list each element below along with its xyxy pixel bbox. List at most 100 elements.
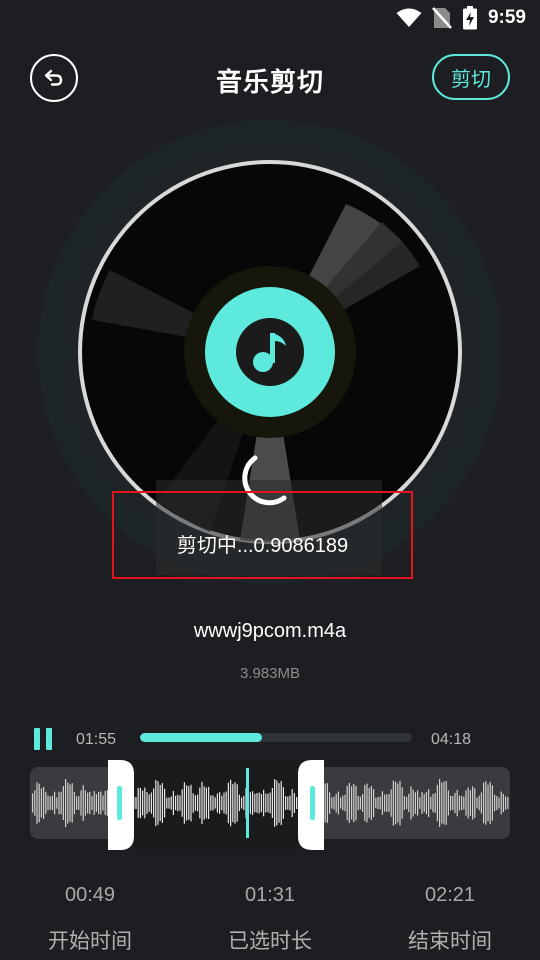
waveform-bar <box>212 795 214 811</box>
waveform-bar <box>190 784 192 822</box>
left-trim-handle[interactable] <box>108 760 134 850</box>
playback-progress-bar[interactable] <box>140 733 412 742</box>
waveform-bar <box>102 795 104 811</box>
loading-status-box: 剪切中...0.9086189 <box>112 491 413 579</box>
waveform-bar <box>148 794 150 812</box>
waveform-bar <box>265 793 267 813</box>
right-trim-handle[interactable] <box>298 760 324 850</box>
waveform-bar <box>87 792 89 814</box>
cut-button[interactable]: 剪切 <box>432 54 510 100</box>
waveform-bar <box>47 795 49 811</box>
waveform-bar <box>219 792 221 814</box>
waveform-bar <box>203 786 205 820</box>
file-size: 3.983MB <box>239 665 301 682</box>
waveform-bar <box>51 795 53 811</box>
waveform-bar <box>500 791 502 815</box>
waveform-bar <box>71 783 73 823</box>
waveform-bar <box>452 796 454 811</box>
selection-info: 00:49 开始时间 01:31 已选时长 02:21 结束时间 <box>0 884 540 960</box>
waveform-bar <box>425 791 427 815</box>
waveform-bar <box>472 786 474 820</box>
waveform-bar <box>296 797 298 809</box>
waveform-bar <box>386 794 388 812</box>
waveform-bar <box>476 797 478 809</box>
waveform-bar <box>241 797 243 809</box>
waveform-bar <box>359 796 361 810</box>
waveform-bar <box>238 794 240 812</box>
waveform-bar <box>348 783 350 823</box>
waveform-bar <box>36 782 38 824</box>
waveform-bar <box>260 794 262 813</box>
waveform-bar <box>80 790 82 816</box>
waveform-bar <box>258 792 260 814</box>
waveform-bar <box>197 794 199 812</box>
waveform-bar <box>67 782 69 824</box>
waveform-bar <box>40 788 42 818</box>
waveform-bar <box>69 784 71 822</box>
waveform-bar <box>489 782 491 825</box>
status-time: 9:59 <box>487 7 526 28</box>
waveform-bar <box>49 796 51 810</box>
waveform-bar <box>43 786 45 819</box>
waveform-bar <box>496 795 498 811</box>
waveform-bar <box>164 788 166 818</box>
waveform-bar <box>274 779 276 827</box>
waveform-bar <box>487 784 489 822</box>
waveform-bar <box>434 793 436 813</box>
waveform-bar <box>199 787 201 819</box>
waveform-bar <box>406 796 408 810</box>
waveform-bar <box>58 791 60 815</box>
end-time-value: 02:21 <box>424 884 476 906</box>
waveform-bar <box>227 782 229 824</box>
waveform-bar <box>181 789 183 817</box>
waveform-bar <box>256 793 258 813</box>
waveform-bar <box>403 796 405 810</box>
waveform-bar <box>254 793 256 813</box>
waveform-bar <box>333 796 335 810</box>
waveform-bar <box>232 783 234 823</box>
playhead <box>246 768 249 838</box>
battery-charging-icon <box>462 6 477 30</box>
waveform-bar <box>95 794 97 812</box>
playback-progress-fill <box>140 733 263 742</box>
waveform-bar <box>474 788 476 818</box>
start-time-value: 00:49 <box>64 884 116 906</box>
waveform-bar <box>267 793 269 813</box>
waveform-bar <box>172 790 174 815</box>
pause-icon[interactable] <box>34 728 54 750</box>
waveform-bar <box>62 786 64 820</box>
waveform-bar <box>84 790 86 816</box>
waveform-bar <box>146 792 148 814</box>
waveform-bar <box>351 786 353 820</box>
playback-progress-row: 01:55 04:18 <box>0 724 540 754</box>
waveform-bar <box>282 787 284 819</box>
waveform-bar <box>287 796 289 810</box>
waveform-bar <box>170 796 172 810</box>
waveform-bar <box>89 791 91 814</box>
start-time-label: 开始时间 <box>48 930 132 953</box>
waveform-bar <box>461 795 463 811</box>
waveform-bar <box>335 793 337 813</box>
waveform-bar <box>78 796 80 810</box>
waveform-bar <box>375 797 377 809</box>
waveform-bar <box>243 795 245 811</box>
status-icons: 9:59 <box>396 6 526 30</box>
waveform-bar <box>34 790 36 816</box>
waveform-bar <box>443 781 445 825</box>
waveform-bar <box>401 787 403 819</box>
waveform-bar <box>414 792 416 814</box>
waveform-bar <box>326 783 328 823</box>
status-bar: 9:59 <box>0 0 540 36</box>
waveform-bar <box>73 791 75 815</box>
waveform-selector[interactable] <box>30 760 510 850</box>
waveform-bar <box>390 789 392 817</box>
start-time-block: 00:49 开始时间 <box>20 884 160 955</box>
waveform-bar <box>214 797 216 809</box>
waveform-bar <box>463 796 465 810</box>
waveform-bar <box>135 797 137 809</box>
waveform-bar <box>205 787 207 819</box>
waveform-bar <box>337 791 339 815</box>
wifi-icon <box>396 8 422 27</box>
waveform-bar <box>465 790 467 816</box>
waveform-bar <box>469 790 471 816</box>
